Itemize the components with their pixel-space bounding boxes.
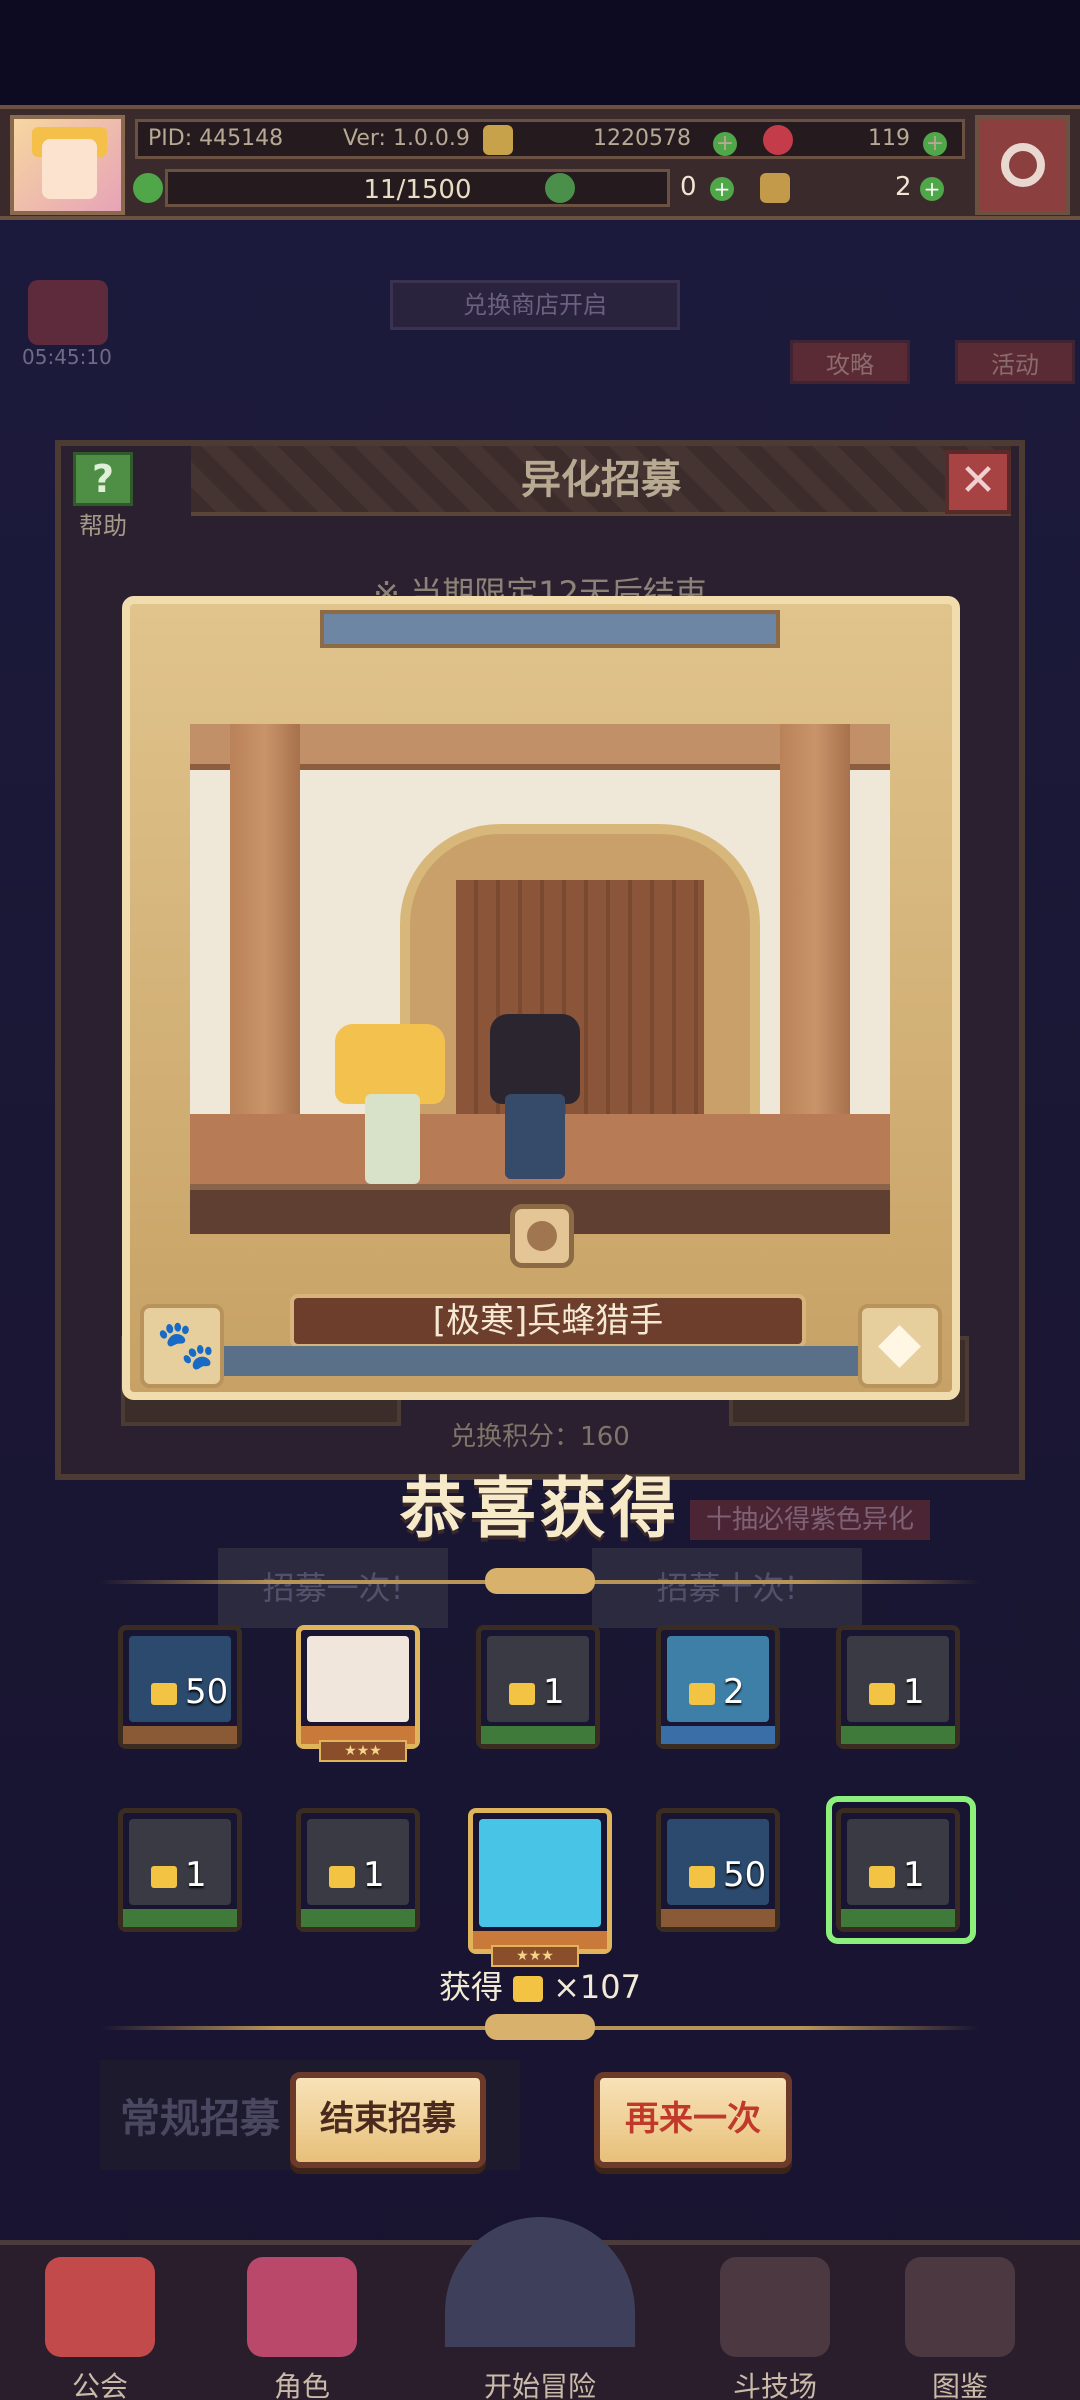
gem-icon bbox=[763, 125, 793, 155]
reward-slot[interactable]: ★★★ bbox=[468, 1808, 612, 1967]
paw-icon bbox=[140, 1304, 224, 1388]
game-version: Ver: 1.0.0.9 bbox=[343, 126, 470, 151]
tab-arena-label: 斗技场 bbox=[732, 2370, 817, 2400]
reward-portrait bbox=[307, 1636, 409, 1722]
exchange-shop-banner[interactable]: 兑换商店开启 bbox=[390, 280, 680, 330]
tab-arena[interactable]: 斗技场 bbox=[695, 2257, 855, 2400]
diamond-icon bbox=[858, 1304, 942, 1388]
gear-icon bbox=[1001, 143, 1045, 187]
selection-highlight bbox=[826, 1796, 976, 1944]
reward-count: 50 bbox=[689, 1855, 766, 1895]
panel-title-bar: 异化招募 bbox=[191, 446, 1011, 516]
tab-adventure-label: 开始冒险 bbox=[483, 2370, 596, 2400]
reward-count: 1 bbox=[151, 1855, 207, 1895]
end-recruit-button[interactable]: 结束招募 bbox=[290, 2072, 486, 2168]
settings-button[interactable] bbox=[975, 115, 1070, 215]
tab-codex-label: 图鉴 bbox=[931, 2370, 988, 2400]
tab-guild[interactable]: 公会 bbox=[20, 2257, 180, 2400]
card-top-plate bbox=[320, 610, 780, 648]
card-bottom-plate bbox=[210, 1346, 890, 1376]
codex-icon bbox=[905, 2257, 1015, 2357]
panel-title: 异化招募 bbox=[521, 457, 681, 503]
clover-icon bbox=[133, 173, 163, 203]
event-timer: 05:45:10 bbox=[22, 345, 112, 369]
gain-label: 获得 bbox=[439, 1968, 504, 2006]
material-icon bbox=[513, 1976, 544, 2002]
congrats-title: 恭喜获得 bbox=[400, 1469, 680, 1547]
tab-character[interactable]: 角色 bbox=[222, 2257, 382, 2400]
tab-codex[interactable]: 图鉴 bbox=[880, 2257, 1040, 2400]
help-button[interactable]: ? 帮助 bbox=[65, 452, 141, 542]
gain-amount: ×107 bbox=[553, 1968, 641, 2006]
guide-button[interactable]: 攻略 bbox=[790, 340, 910, 384]
clover-plus-icon[interactable]: + bbox=[710, 177, 734, 201]
tab-guild-label: 公会 bbox=[71, 2370, 128, 2400]
event-button[interactable]: 活动 bbox=[955, 340, 1075, 384]
gem-amount: 119 bbox=[868, 126, 910, 151]
gain-summary: 获得 ×107 bbox=[0, 1962, 1080, 2008]
player-avatar[interactable] bbox=[10, 115, 125, 215]
key-plus-icon[interactable]: + bbox=[920, 177, 944, 201]
key-amount: 2 bbox=[895, 172, 912, 202]
recruit-again-label: 再来一次 bbox=[625, 2099, 761, 2139]
clover-token-icon bbox=[545, 173, 575, 203]
reward-portrait bbox=[479, 1819, 601, 1927]
end-recruit-label: 结束招募 bbox=[320, 2099, 456, 2139]
reward-slot[interactable]: 1 bbox=[476, 1625, 600, 1749]
reward-slot[interactable]: 1 bbox=[118, 1808, 242, 1932]
reward-slot[interactable]: 1 bbox=[296, 1808, 420, 1932]
gold-amount: 1220578 bbox=[593, 126, 691, 151]
recruit-once-button[interactable]: 招募一次! bbox=[218, 1548, 448, 1628]
normal-recruit-label: 常规招募 bbox=[120, 2096, 280, 2142]
bottom-tab-bar: 公会 角色 开始冒险 斗技场 图鉴 bbox=[0, 2217, 1080, 2400]
reward-slot[interactable]: 50 bbox=[118, 1625, 242, 1749]
player-id: PID: 445148 bbox=[148, 126, 284, 151]
reward-count: 1 bbox=[329, 1855, 385, 1895]
stamina-value: 11/1500 bbox=[363, 175, 472, 205]
reward-slot[interactable]: ★★★ bbox=[296, 1625, 420, 1762]
question-icon: ? bbox=[73, 452, 133, 506]
tab-character-label: 角色 bbox=[273, 2370, 330, 2400]
reward-slot[interactable]: 50 bbox=[656, 1808, 780, 1932]
status-bar: PID: 445148 Ver: 1.0.0.9 1220578 + 119 +… bbox=[0, 105, 1080, 220]
reward-count: 1 bbox=[869, 1672, 925, 1712]
stamina-bar: 11/1500 bbox=[165, 169, 670, 207]
character-name-plate: [极寒]兵蜂猎手 bbox=[290, 1294, 806, 1348]
guild-icon bbox=[45, 2257, 155, 2357]
recruit-again-button[interactable]: 再来一次 bbox=[594, 2072, 792, 2168]
player-info-row: PID: 445148 Ver: 1.0.0.9 1220578 + 119 + bbox=[135, 119, 965, 159]
close-button[interactable]: ✕ bbox=[945, 450, 1011, 514]
character-scene bbox=[190, 724, 890, 1234]
character-icon bbox=[247, 2257, 357, 2357]
tab-adventure[interactable]: 开始冒险 bbox=[415, 2217, 665, 2400]
clover-amount: 0 bbox=[680, 172, 697, 202]
reward-count: 1 bbox=[509, 1672, 565, 1712]
resource-row: 11/1500 0 + 2 + bbox=[133, 169, 965, 209]
recruit-ten-button[interactable]: 招募十次! bbox=[592, 1548, 862, 1628]
reward-slot[interactable]: 1 bbox=[836, 1625, 960, 1749]
divider-bottom bbox=[100, 2014, 980, 2040]
reward-count: 2 bbox=[689, 1672, 745, 1712]
key-icon bbox=[760, 173, 790, 203]
gift-icon[interactable] bbox=[28, 280, 108, 345]
gold-coin-icon bbox=[483, 125, 513, 155]
token-icon bbox=[510, 1204, 574, 1268]
reward-slot[interactable]: 2 bbox=[656, 1625, 780, 1749]
result-card: [极寒]兵蜂猎手 bbox=[122, 596, 960, 1400]
help-label: 帮助 bbox=[79, 512, 127, 540]
reward-count: 50 bbox=[151, 1672, 228, 1712]
character-name: [极寒]兵蜂猎手 bbox=[432, 1301, 664, 1341]
divider-top bbox=[100, 1568, 980, 1594]
exchange-score: 兑换积分：160 bbox=[450, 1422, 630, 1452]
star-rating: ★★★ bbox=[319, 1740, 407, 1762]
arena-icon bbox=[720, 2257, 830, 2357]
